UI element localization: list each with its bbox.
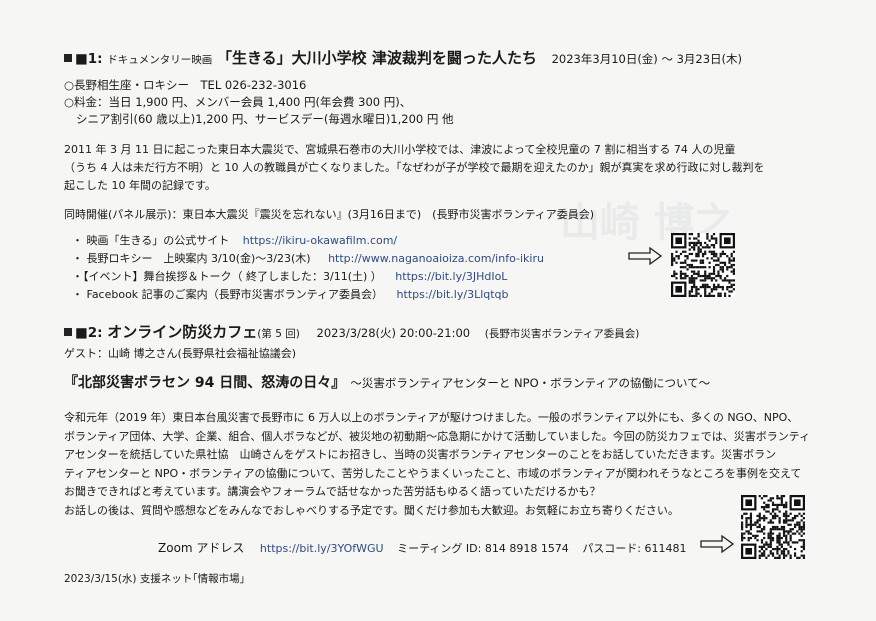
roxy-info-link[interactable]: http://www.naganoaioiza.com/info-ikiru [328, 252, 544, 265]
facebook-link[interactable]: https://bit.ly/3Llqtqb [397, 288, 509, 301]
film-dates: 2023年3月10日(金) ～ 3月23日(木) [551, 52, 743, 66]
guest-line: ゲスト：山崎 博之さん(長野県社会福祉協議会) [64, 347, 297, 360]
film-title: 「生きる」大川小学校 津波裁判を闘った人たち [216, 49, 537, 67]
link-item: ・【イベント】舞台挨拶＆トーク（ 終了しました：3/11(土) ） https:… [72, 270, 508, 283]
square-bullet-icon [64, 328, 72, 336]
zoom-link[interactable]: https://bit.ly/3YOfWGU [260, 542, 384, 555]
section1-heading: ■1: ドキュメンタリー映画 「生きる」大川小学校 津波裁判を闘った人たち 20… [64, 47, 742, 68]
square-bullet-icon [64, 54, 72, 62]
passcode: パスコード: 611481 [582, 542, 687, 555]
footer-note: 2023/3/15(水) 支援ネット｢情報市場｣ [64, 573, 245, 585]
qr-code-icon[interactable] [671, 233, 735, 297]
fee-line-1: ○料金：当日 1,900 円、メンバー会員 1,400 円(年会費 300 円)… [64, 95, 412, 109]
talk-title-line: 『北部災害ボラセン 94 日間、怒涛の日々』 ～災害ボランティアセンターと NP… [64, 375, 711, 391]
section2-body: 令和元年（2019 年）東日本台風災害で長野市に 6 万人以上のボランティアが駆… [64, 411, 811, 517]
cafe-title: オンライン防災カフェ [107, 323, 258, 341]
concurrent-exhibit: 同時開催(パネル展示)：東日本大震災『震災を忘れない』(3月16日まで) (長野… [64, 208, 595, 221]
event-link[interactable]: https://bit.ly/3JHdIoL [395, 270, 507, 283]
qr-code-icon[interactable] [741, 495, 805, 559]
fee-line-2: シニア割引(60 歳以上)1,200 円、サービスデー(毎週水曜日)1,200 … [76, 112, 454, 126]
arrow-right-icon [628, 247, 662, 265]
link-item: ・ 長野ロキシー 上映案内 3/10(金)～3/23(木) http://www… [72, 252, 544, 265]
link-item: ・ 映画「生きる」の公式サイト https://ikiru-okawafilm.… [72, 234, 398, 247]
document-page: 山崎 博之 ■1: ドキュメンタリー映画 「生きる」大川小学校 津波裁判を闘った… [0, 0, 876, 621]
arrow-right-icon [700, 535, 734, 553]
section1-body: 2011 年 3 月 11 日に起こった東日本大震災で、宮城県石巻市の大川小学校… [64, 143, 765, 193]
link-item: ・ Facebook 記事のご案内（長野市災害ボランティア委員会） https:… [72, 288, 509, 301]
official-site-link[interactable]: https://ikiru-okawafilm.com/ [243, 234, 397, 247]
venue-line: ○長野相生座・ロキシー TEL 026-232-3016 [64, 78, 307, 92]
zoom-line: Zoom アドレス https://bit.ly/3YOfWGU ミーティング … [158, 541, 687, 555]
cafe-datetime: 2023/3/28(火) 20:00-21:00 [316, 326, 471, 340]
meeting-id: ミーティング ID: 814 8918 1574 [397, 542, 569, 555]
section2-heading: ■2: オンライン防災カフェ(第 5 回) 2023/3/28(火) 20:00… [64, 321, 639, 342]
